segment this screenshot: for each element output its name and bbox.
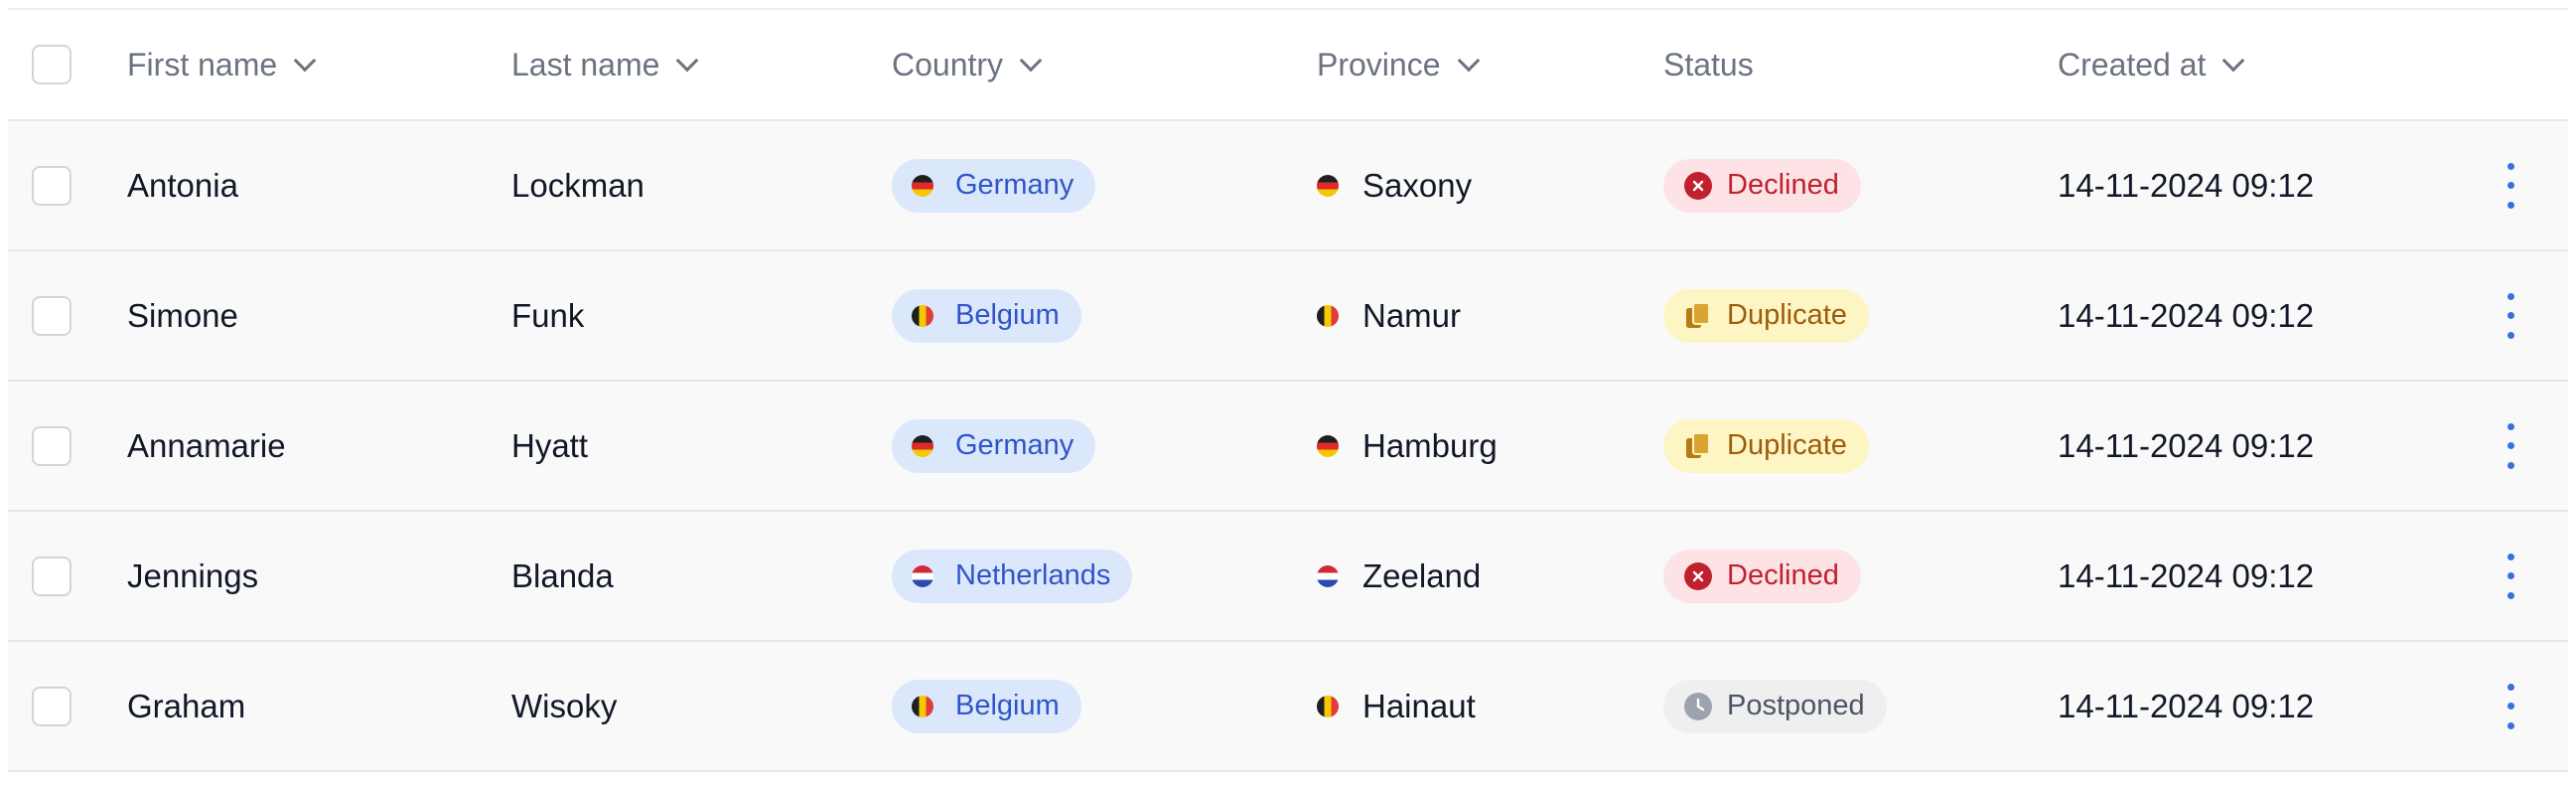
country-badge: Germany — [892, 158, 1096, 213]
province-cell: Namur — [1362, 296, 1462, 334]
first-name-cell: Simone — [127, 296, 238, 334]
flag-icon — [912, 695, 933, 717]
status-badge: Declined — [1663, 549, 1861, 603]
flag-icon — [912, 564, 933, 587]
last-name-cell: Wisoky — [511, 687, 618, 724]
column-header-label: Last name — [511, 46, 660, 82]
table-row[interactable]: Annamarie Hyatt Germany Hamburg Duplicat… — [8, 382, 2568, 512]
status-label: Duplicate — [1727, 429, 1847, 461]
table-row[interactable]: Jennings Blanda Netherlands Zeeland Decl… — [8, 512, 2568, 642]
chevron-down-icon — [2222, 49, 2245, 73]
created-at-cell: 14-11-2024 09:12 — [2058, 426, 2315, 464]
flag-icon — [912, 434, 933, 457]
country-badge: Netherlands — [892, 549, 1133, 603]
more-vertical-icon[interactable] — [2501, 292, 2520, 339]
province-cell: Hainaut — [1362, 687, 1476, 724]
status-label: Declined — [1727, 559, 1839, 591]
x-circle-icon — [1683, 171, 1713, 201]
created-at-cell: 14-11-2024 09:12 — [2058, 166, 2315, 204]
status-label: Postponed — [1727, 690, 1865, 721]
table-row[interactable]: Antonia Lockman Germany Saxony Declined … — [8, 121, 2568, 251]
status-badge: Duplicate — [1663, 418, 1869, 473]
last-name-cell: Hyatt — [511, 426, 589, 464]
column-header-country[interactable]: Country — [892, 46, 1043, 83]
table-row[interactable]: Simone Funk Belgium Namur Duplicate 14-1… — [8, 251, 2568, 382]
last-name-cell: Funk — [511, 296, 585, 334]
row-checkbox[interactable] — [32, 425, 72, 466]
column-header-label: First name — [127, 46, 278, 82]
copy-icon — [1683, 301, 1713, 331]
chevron-down-icon — [1457, 49, 1480, 73]
flag-icon — [1317, 304, 1339, 327]
country-label: Germany — [955, 429, 1074, 461]
column-header-last-name[interactable]: Last name — [511, 46, 699, 83]
last-name-cell: Lockman — [511, 166, 644, 204]
first-name-cell: Jennings — [127, 556, 259, 594]
status-badge: Postponed — [1663, 679, 1887, 733]
first-name-cell: Annamarie — [127, 426, 286, 464]
country-label: Netherlands — [955, 559, 1111, 591]
country-label: Belgium — [955, 690, 1060, 721]
first-name-cell: Graham — [127, 687, 246, 724]
row-checkbox[interactable] — [32, 165, 72, 206]
data-table: First name Last name Country Province St… — [8, 8, 2568, 772]
column-header-first-name[interactable]: First name — [127, 46, 317, 83]
row-checkbox[interactable] — [32, 686, 72, 726]
country-badge: Belgium — [892, 288, 1081, 343]
column-header-province[interactable]: Province — [1317, 46, 1480, 83]
chevron-down-icon — [293, 49, 317, 73]
table-header: First name Last name Country Province St… — [8, 8, 2568, 121]
status-label: Duplicate — [1727, 299, 1847, 331]
more-vertical-icon[interactable] — [2501, 552, 2520, 599]
status-label: Declined — [1727, 169, 1839, 201]
last-name-cell: Blanda — [511, 556, 614, 594]
flag-icon — [1317, 174, 1339, 197]
flag-icon — [1317, 564, 1339, 587]
created-at-cell: 14-11-2024 09:12 — [2058, 296, 2315, 334]
table-body: Antonia Lockman Germany Saxony Declined … — [8, 121, 2568, 772]
country-label: Germany — [955, 169, 1074, 201]
flag-icon — [1317, 695, 1339, 717]
more-vertical-icon[interactable] — [2501, 422, 2520, 469]
country-label: Belgium — [955, 299, 1060, 331]
column-header-label: Status — [1663, 46, 1754, 82]
status-badge: Duplicate — [1663, 288, 1869, 343]
chevron-down-icon — [1019, 49, 1043, 73]
province-cell: Hamburg — [1362, 426, 1498, 464]
select-all-checkbox[interactable] — [32, 45, 72, 84]
copy-icon — [1683, 431, 1713, 461]
more-vertical-icon[interactable] — [2501, 683, 2520, 729]
flag-icon — [912, 304, 933, 327]
first-name-cell: Antonia — [127, 166, 238, 204]
row-checkbox[interactable] — [32, 555, 72, 596]
column-header-label: Province — [1317, 46, 1441, 82]
more-vertical-icon[interactable] — [2501, 162, 2520, 209]
column-header-created-at[interactable]: Created at — [2058, 46, 2245, 83]
clock-icon — [1683, 692, 1713, 721]
column-header-label: Country — [892, 46, 1004, 82]
column-header-label: Created at — [2058, 46, 2207, 82]
province-cell: Saxony — [1362, 166, 1473, 204]
created-at-cell: 14-11-2024 09:12 — [2058, 687, 2315, 724]
column-header-status: Status — [1663, 47, 1754, 83]
flag-icon — [1317, 434, 1339, 457]
status-badge: Declined — [1663, 158, 1861, 213]
created-at-cell: 14-11-2024 09:12 — [2058, 556, 2315, 594]
row-checkbox[interactable] — [32, 295, 72, 336]
chevron-down-icon — [676, 49, 699, 73]
table-row[interactable]: Graham Wisoky Belgium Hainaut Postponed … — [8, 642, 2568, 772]
x-circle-icon — [1683, 561, 1713, 591]
country-badge: Germany — [892, 418, 1096, 473]
flag-icon — [912, 174, 933, 197]
country-badge: Belgium — [892, 679, 1081, 733]
province-cell: Zeeland — [1362, 556, 1482, 594]
